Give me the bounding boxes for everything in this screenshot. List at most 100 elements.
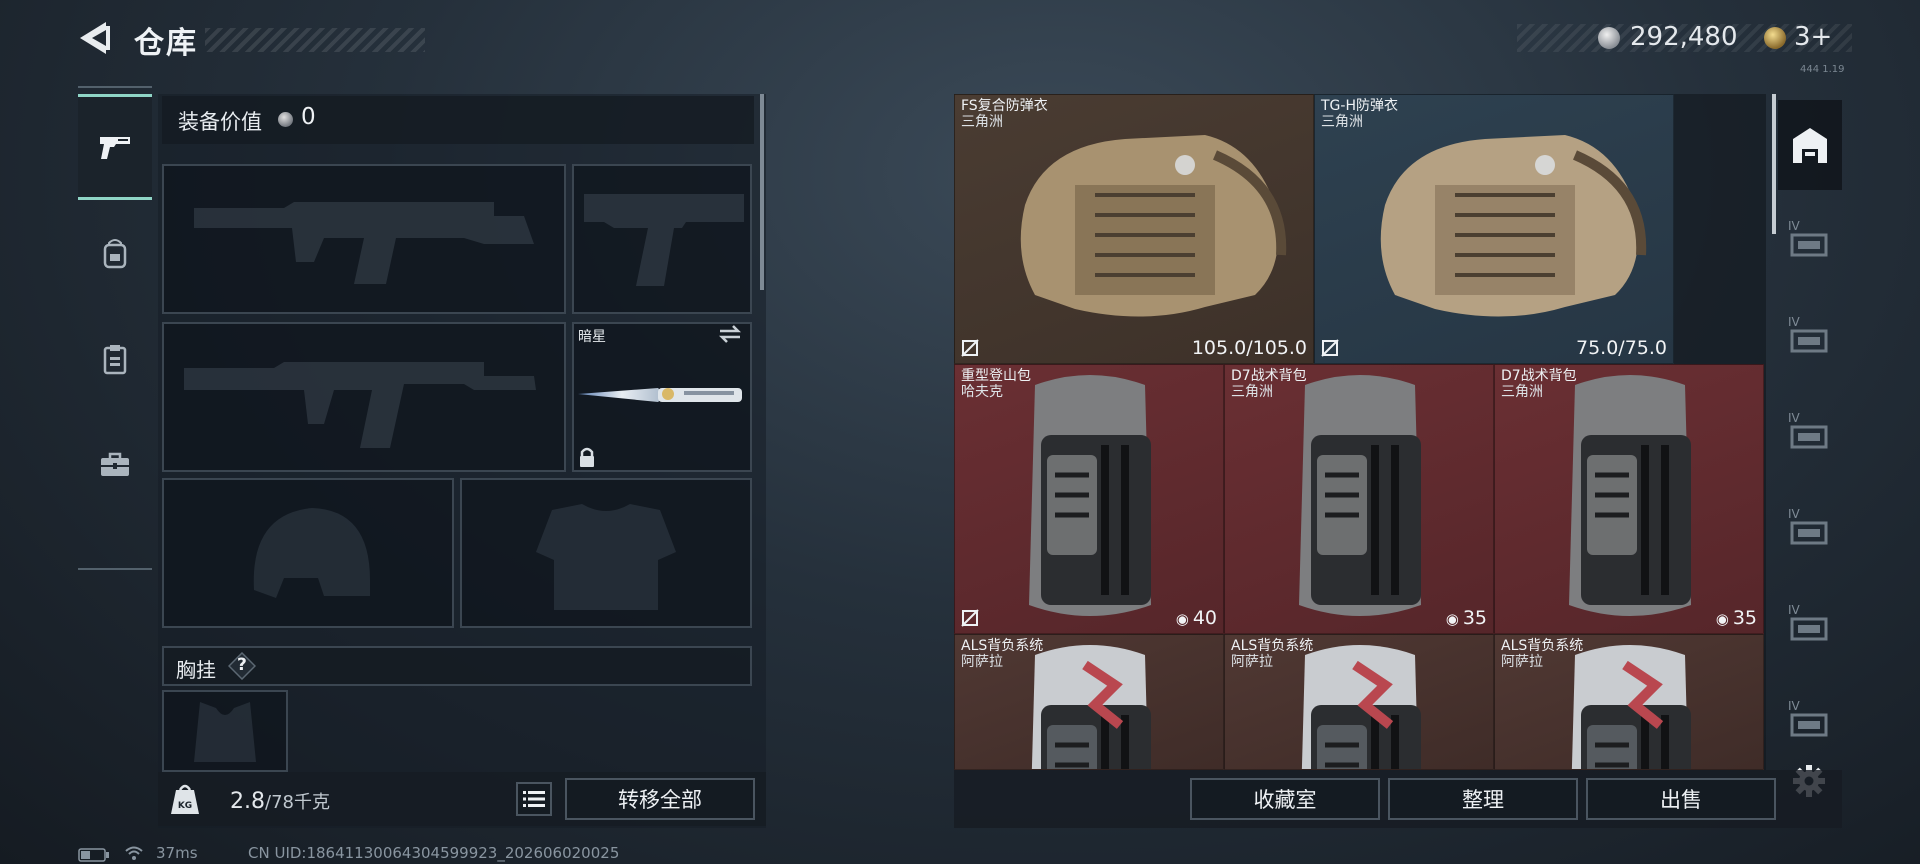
storage-item[interactable]: ALS背负系统 阿萨拉 xyxy=(1494,634,1764,770)
category-armor[interactable] xyxy=(78,306,152,412)
item-stat: ◉ 35 xyxy=(1716,607,1757,629)
weight-current: 2.8 xyxy=(230,789,265,814)
sell-button[interactable]: 出售 xyxy=(1586,778,1776,820)
storage-item[interactable]: TG-H防弹衣 三角洲 75.0/75.0 xyxy=(1314,94,1674,364)
weight-max: /78千克 xyxy=(265,792,330,813)
equipment-scrollbar[interactable] xyxy=(760,94,764,290)
secondary-weapon-slot[interactable] xyxy=(162,322,566,472)
item-maker: 哈夫克 xyxy=(961,384,1003,400)
storage-extension-tab[interactable]: IV xyxy=(1778,290,1842,380)
storage-extension-tab[interactable]: IV xyxy=(1778,674,1842,764)
item-maker: 三角洲 xyxy=(961,114,1003,130)
item-stat: 105.0/105.0 xyxy=(1191,337,1307,359)
category-tools[interactable] xyxy=(78,412,152,518)
item-maker: 阿萨拉 xyxy=(961,654,1003,670)
storage-main-tab[interactable] xyxy=(1778,100,1842,190)
ping-readout: 37ms xyxy=(156,844,198,862)
title-decoration xyxy=(205,28,425,52)
bound-item-icon xyxy=(961,339,979,357)
backpack-icon xyxy=(1029,375,1151,616)
item-name: TG-H防弹衣 xyxy=(1321,98,1398,114)
storage-extension-icon: IV xyxy=(1788,699,1832,739)
storage-extension-icon: IV xyxy=(1788,315,1832,355)
coin-icon xyxy=(278,112,293,127)
transfer-all-button[interactable]: 转移全部 xyxy=(565,778,755,820)
item-stat: ◉ 40 xyxy=(1176,607,1217,629)
item-maker: 阿萨拉 xyxy=(1231,654,1273,670)
storage-extension-tab[interactable]: IV xyxy=(1778,386,1842,476)
item-name: D7战术背包 xyxy=(1231,368,1307,384)
gold-ticket-icon xyxy=(1764,27,1786,49)
item-maker: 三角洲 xyxy=(1231,384,1273,400)
storage-extension-icon: IV xyxy=(1788,507,1832,547)
chest-rig-silhouette-icon xyxy=(194,702,256,762)
pistol-silhouette-icon xyxy=(584,194,744,286)
body-armor-icon xyxy=(1380,135,1647,317)
storage-item[interactable]: ALS背负系统 阿萨拉 xyxy=(1224,634,1494,770)
lock-icon xyxy=(580,447,594,467)
storage-item[interactable]: ALS背负系统 阿萨拉 xyxy=(954,634,1224,770)
user-uid: CN UID:18641130064304599923_202606020025 xyxy=(248,844,620,862)
organize-button[interactable]: 整理 xyxy=(1388,778,1578,820)
item-name: FS复合防弹衣 xyxy=(961,98,1048,114)
currency-amount[interactable]: 292,480 xyxy=(1630,22,1738,52)
storage-extension-tab[interactable]: IV xyxy=(1778,482,1842,572)
bound-item-icon xyxy=(1321,339,1339,357)
ticket-count[interactable]: 3+ xyxy=(1794,22,1832,52)
storage-item[interactable]: 重型登山包 哈夫克 ◉ 40 xyxy=(954,364,1224,634)
primary-weapon-slot[interactable] xyxy=(162,164,566,314)
battery-icon xyxy=(78,848,109,862)
collection-room-button[interactable]: 收藏室 xyxy=(1190,778,1380,820)
storage-extension-tab[interactable]: IV xyxy=(1778,194,1842,284)
chest-rig-slot[interactable] xyxy=(162,690,288,772)
storage-extension-icon: IV xyxy=(1788,411,1832,451)
svg-text:KG: KG xyxy=(178,801,192,811)
equipment-value: 0 xyxy=(301,104,316,130)
silver-coin-icon xyxy=(1598,27,1620,49)
capacity-value: 40 xyxy=(1192,607,1217,629)
storage-item[interactable]: FS复合防弹衣 三角洲 105.0/105.0 xyxy=(954,94,1314,364)
storage-item[interactable]: D7战术背包 三角洲 ◉ 35 xyxy=(1494,364,1764,634)
category-backpacks[interactable] xyxy=(78,200,152,306)
storage-extension-tab[interactable]: IV xyxy=(1778,578,1842,668)
category-weapons[interactable] xyxy=(78,94,152,200)
item-stat: ◉ 35 xyxy=(1446,607,1487,629)
helmet-slot[interactable] xyxy=(162,478,454,628)
item-maker: 三角洲 xyxy=(1321,114,1363,130)
capacity-icon: ◉ xyxy=(1175,610,1189,628)
list-icon xyxy=(523,791,545,807)
sidearm-slot[interactable] xyxy=(572,164,752,314)
item-name: ALS背负系统 xyxy=(1231,638,1314,654)
storage-extension-icon: IV xyxy=(1788,603,1832,643)
storage-item[interactable]: D7战术背包 三角洲 ◉ 35 xyxy=(1224,364,1494,634)
equipment-value-label: 装备价值 xyxy=(178,110,262,134)
help-mark: ? xyxy=(237,655,247,675)
back-icon[interactable] xyxy=(76,18,112,58)
rifle-silhouette-icon xyxy=(184,362,536,448)
version-tag: 444 1.19 xyxy=(1800,64,1845,75)
list-view-button[interactable] xyxy=(516,782,552,816)
clipboard-icon xyxy=(103,345,127,375)
storage-scrollbar[interactable] xyxy=(1772,94,1776,234)
storage-home-icon xyxy=(1793,128,1827,163)
storage-grid: FS复合防弹衣 三角洲 105.0/105.0 TG-H防弹衣 三角洲 75.0/75.… xyxy=(954,94,1766,770)
capacity-icon: ◉ xyxy=(1715,610,1729,628)
wifi-icon xyxy=(125,846,143,860)
body-armor-slot[interactable] xyxy=(460,478,752,628)
help-icon[interactable]: ? xyxy=(227,651,257,681)
vest-silhouette-icon xyxy=(536,504,676,610)
item-name: D7战术背包 xyxy=(1501,368,1577,384)
backpack-icon xyxy=(1299,375,1421,616)
weight-readout: 2.8/78千克 xyxy=(230,788,330,814)
item-maker: 阿萨拉 xyxy=(1501,654,1543,670)
swap-icon[interactable] xyxy=(718,324,742,344)
pistol-icon xyxy=(100,137,130,159)
toolbox-icon xyxy=(101,452,129,476)
melee-name: 暗星 xyxy=(578,329,606,345)
item-maker: 三角洲 xyxy=(1501,384,1543,400)
bound-item-icon xyxy=(961,609,979,627)
chest-rig-label: 胸挂 xyxy=(176,658,216,682)
rifle-silhouette-icon xyxy=(194,202,534,284)
item-stat: 75.0/75.0 xyxy=(1575,337,1667,359)
page-title: 仓库 xyxy=(134,26,198,61)
